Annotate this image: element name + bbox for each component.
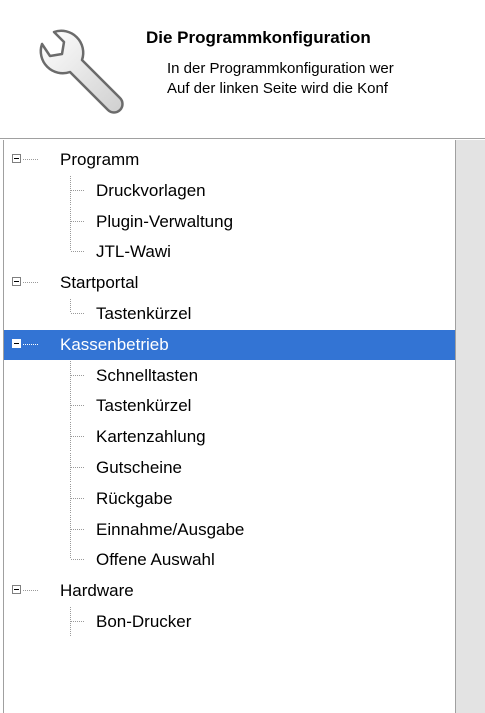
tree-connector xyxy=(71,528,85,530)
header-description-line-2: Auf der linken Seite wird die Konf xyxy=(167,80,388,97)
tree-node-label: Tastenkürzel xyxy=(96,396,192,416)
tree-node-group[interactable]: Kassenbetrieb xyxy=(4,329,456,360)
tree-connector xyxy=(70,237,71,252)
tree-node-item[interactable]: Gutscheine xyxy=(4,453,456,483)
tree-node-item[interactable]: Rückgabe xyxy=(4,483,456,514)
tree-connector xyxy=(70,483,71,514)
tree-connector xyxy=(71,374,85,376)
tree-connector xyxy=(71,497,85,499)
tree-connector xyxy=(71,251,85,253)
wrench-icon xyxy=(39,29,124,114)
tree-node-label: Einnahme/Ausgabe xyxy=(96,519,245,539)
tree-node-label: Kartenzahlung xyxy=(96,427,206,447)
header-description-line-1: In der Programmkonfiguration wer xyxy=(167,60,394,77)
tree-connector xyxy=(70,514,71,545)
tree-node-label: Plugin-Verwaltung xyxy=(96,211,234,231)
config-tree[interactable]: Programm Druckvorlagen Plugin-Verwaltung JT… xyxy=(3,140,456,713)
tree-connector xyxy=(70,607,71,637)
config-header: Die Programmkonfiguration In der Program… xyxy=(0,0,485,133)
tree-node-group[interactable]: Programm xyxy=(4,145,456,175)
tree-connector xyxy=(71,189,85,191)
tree-node-label: Tastenkürzel xyxy=(96,304,192,323)
tree-node-item[interactable]: Offene Auswahl xyxy=(4,545,456,575)
tree-node-label: Schnelltasten xyxy=(96,365,199,385)
tree-connector xyxy=(70,422,71,453)
tree-connector xyxy=(70,175,71,206)
tree-connector xyxy=(70,360,71,391)
collapse-toggle-icon[interactable] xyxy=(12,585,21,595)
tree-connector xyxy=(70,299,71,313)
tree-connector xyxy=(70,206,71,237)
tree-node-label: Druckvorlagen xyxy=(96,180,206,200)
tree-node-label: Startportal xyxy=(60,273,139,293)
tree-node-item[interactable]: Tastenkürzel xyxy=(4,299,456,329)
tree-node-item[interactable]: Schnelltasten xyxy=(4,360,456,391)
tree-node-label: JTL-Wawi xyxy=(96,242,171,262)
collapse-toggle-icon[interactable] xyxy=(12,277,21,287)
tree-node-label: Kassenbetrieb xyxy=(60,334,169,354)
tree-connector xyxy=(71,467,85,468)
tree-connector xyxy=(70,545,71,560)
tree-connector xyxy=(70,453,71,483)
header-description: In der Programmkonfiguration wer Auf der… xyxy=(167,59,485,99)
tree-connector xyxy=(71,405,85,407)
tree-connector xyxy=(23,282,39,284)
collapse-toggle-icon[interactable] xyxy=(12,154,21,163)
tree-connector xyxy=(70,391,71,422)
tree-connector xyxy=(23,343,39,345)
tree-node-item[interactable]: Kartenzahlung xyxy=(4,422,456,453)
tree-node-label: Rückgabe xyxy=(96,488,173,508)
tree-node-label: Programm xyxy=(60,150,140,169)
tree-node-item[interactable]: Druckvorlagen xyxy=(4,175,456,206)
tree-node-label: Hardware xyxy=(60,581,134,601)
tree-connector xyxy=(71,559,85,561)
tree-connector xyxy=(71,436,85,438)
tree-node-label: Offene Auswahl xyxy=(96,550,215,570)
tree-connector xyxy=(71,220,85,222)
tree-node-item[interactable]: Plugin-Verwaltung xyxy=(4,206,456,237)
tree-node-label: Gutscheine xyxy=(96,458,182,477)
header-divider xyxy=(0,138,485,139)
tree-connector xyxy=(71,621,85,622)
tree-node-group[interactable]: Startportal xyxy=(4,268,456,298)
config-content-panel xyxy=(455,140,485,713)
collapse-toggle-icon[interactable] xyxy=(12,338,21,348)
tree-connector xyxy=(23,590,39,592)
tree-node-item[interactable]: Bon-Drucker xyxy=(4,607,456,637)
tree-node-item[interactable]: Einnahme/Ausgabe xyxy=(4,514,456,545)
tree-node-group[interactable]: Hardware xyxy=(4,576,456,606)
tree-connector xyxy=(23,159,39,160)
header-title: Die Programmkonfiguration xyxy=(146,28,371,47)
tree-connector xyxy=(71,313,85,314)
tree-node-label: Bon-Drucker xyxy=(96,612,192,631)
tree-node-item[interactable]: Tastenkürzel xyxy=(4,391,456,422)
tree-node-item[interactable]: JTL-Wawi xyxy=(4,237,456,267)
